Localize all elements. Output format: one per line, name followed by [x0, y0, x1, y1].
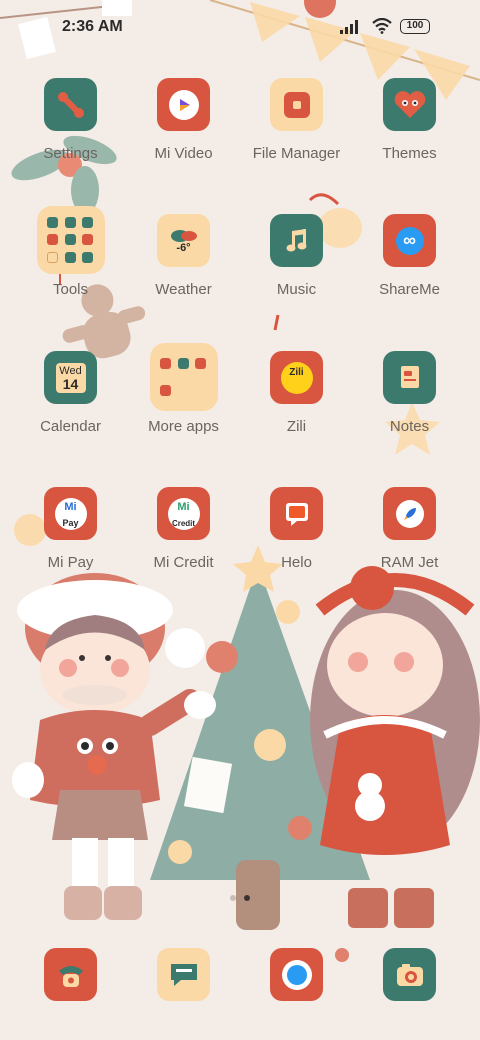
- signal-icon: [340, 20, 358, 34]
- app-label: Notes: [389, 418, 430, 435]
- folder-icon: [37, 206, 105, 274]
- page-dot: [230, 895, 236, 901]
- browser-icon[interactable]: [270, 948, 323, 1001]
- calendar-day-name: Wed: [59, 364, 82, 377]
- phone-icon[interactable]: [44, 948, 97, 1001]
- app-tools[interactable]: Tools: [14, 206, 127, 324]
- app-more-apps[interactable]: More apps: [127, 343, 240, 461]
- status-bar: 2:36 AM 100: [0, 0, 480, 56]
- zili-badge: Zili: [289, 366, 304, 378]
- infinity-icon: ∞: [383, 214, 436, 267]
- app-music[interactable]: Music: [240, 214, 353, 324]
- play-icon: [157, 78, 210, 131]
- rocket-icon: [383, 487, 436, 540]
- app-themes[interactable]: Themes: [353, 78, 466, 188]
- app-label: ShareMe: [379, 281, 440, 298]
- camera-icon[interactable]: [383, 948, 436, 1001]
- app-label: File Manager: [252, 145, 341, 162]
- app-mi-video[interactable]: Mi Video: [127, 78, 240, 188]
- status-icons: 100: [330, 18, 450, 38]
- status-time: 2:36 AM: [62, 18, 123, 35]
- app-zili[interactable]: Zili Zili: [240, 351, 353, 461]
- app-label: Mi Pay: [47, 554, 94, 571]
- folder-icon: [150, 343, 218, 411]
- mi-pay-icon: Mi Pay: [44, 487, 97, 540]
- app-label: Zili: [286, 418, 307, 435]
- app-weather[interactable]: -6° Weather: [127, 214, 240, 324]
- app-file-manager[interactable]: File Manager: [240, 78, 353, 188]
- app-label: Mi Video: [154, 145, 213, 162]
- app-notes[interactable]: Notes: [353, 351, 466, 461]
- mi-pay-badge: Pay: [62, 517, 79, 528]
- wifi-icon: [372, 18, 392, 34]
- app-label: Weather: [155, 281, 212, 298]
- cloud-icon: -6°: [157, 214, 210, 267]
- app-label: Helo: [281, 554, 312, 571]
- music-note-icon: [270, 214, 323, 267]
- mi-credit-badge: Credit: [171, 518, 196, 528]
- app-label: Mi Credit: [153, 554, 214, 571]
- app-label: Settings: [43, 145, 98, 162]
- app-label: More apps: [148, 418, 219, 435]
- app-calendar[interactable]: Wed 14 Calendar: [14, 351, 127, 461]
- message-icon[interactable]: [157, 948, 210, 1001]
- battery-icon: 100: [400, 19, 430, 34]
- app-label: Calendar: [40, 418, 101, 435]
- heart-face-icon: [383, 78, 436, 131]
- app-shareme[interactable]: ∞ ShareMe: [353, 214, 466, 324]
- app-settings[interactable]: Settings: [14, 78, 127, 188]
- helo-icon: [270, 487, 323, 540]
- page-indicator: [228, 893, 254, 903]
- app-label: RAM Jet: [380, 554, 439, 571]
- zili-icon: Zili: [270, 351, 323, 404]
- calendar-day-number: 14: [62, 375, 79, 392]
- page-dot-active: [244, 895, 250, 901]
- mi-credit-icon: Mi Credit: [157, 487, 210, 540]
- app-mi-credit[interactable]: Mi Credit Mi Credit: [127, 487, 240, 597]
- app-label: Themes: [382, 145, 437, 162]
- app-label: Music: [276, 281, 317, 298]
- note-icon: [383, 351, 436, 404]
- app-label: Tools: [52, 281, 89, 298]
- folder-box-icon: [270, 78, 323, 131]
- app-ram-jet[interactable]: RAM Jet: [353, 487, 466, 597]
- wrench-icon: [44, 78, 97, 131]
- app-helo[interactable]: Helo: [240, 487, 353, 597]
- calendar-icon: Wed 14: [44, 351, 97, 404]
- weather-temperature: -6°: [176, 241, 191, 254]
- app-mi-pay[interactable]: Mi Pay Mi Pay: [14, 487, 127, 597]
